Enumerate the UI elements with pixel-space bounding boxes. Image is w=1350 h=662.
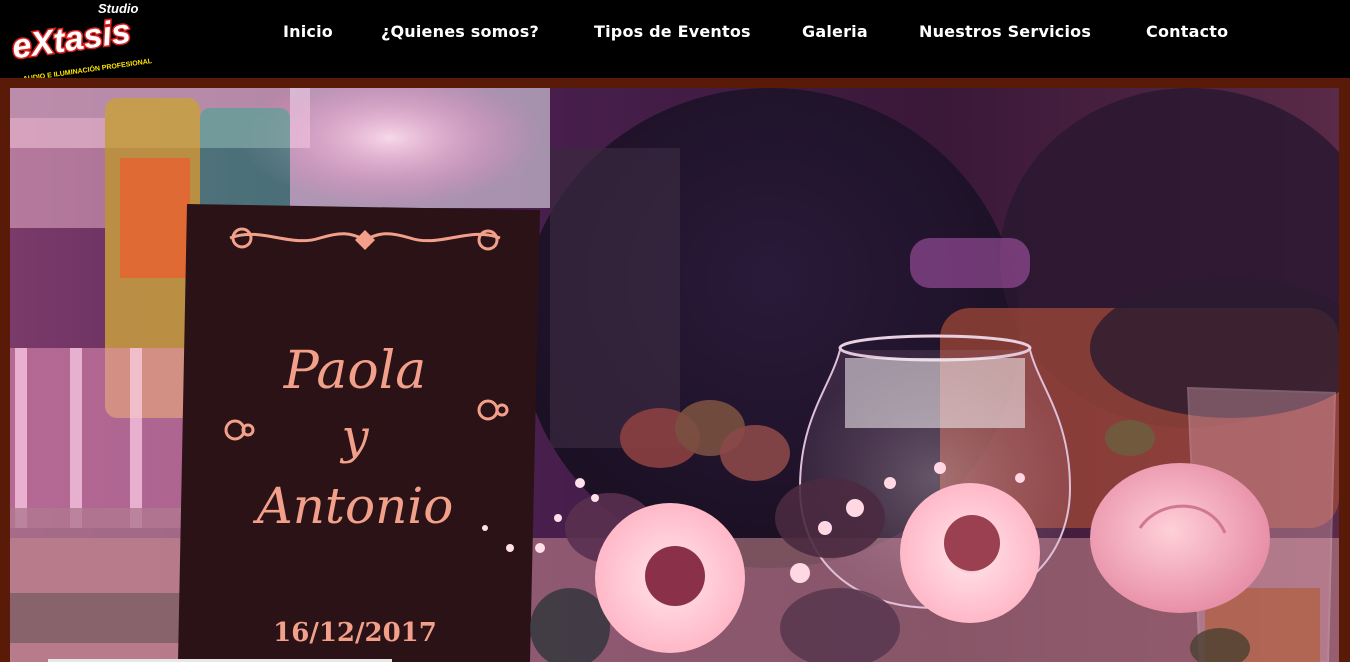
nav-item-galeria[interactable]: Galeria <box>802 22 868 41</box>
nav-item-inicio[interactable]: Inicio <box>283 22 333 41</box>
nav-item-quienes-somos[interactable]: ¿Quienes somos? <box>381 22 539 41</box>
card-name-1: Paola <box>283 341 427 401</box>
nav-item-nuestros-servicios[interactable]: Nuestros Servicios <box>919 22 1091 41</box>
main-nav: Inicio ¿Quienes somos? Tipos de Eventos … <box>0 0 1350 68</box>
hero-frame: Paola y Antonio 16/12/2017 <box>0 78 1350 662</box>
card-name-2: Antonio <box>253 477 454 535</box>
event-name-card: Paola y Antonio 16/12/2017 <box>178 204 540 662</box>
nav-item-tipos-de-eventos[interactable]: Tipos de Eventos <box>594 22 751 41</box>
top-navigation-bar: Studio eXtasis AUDIO E ILUMINACIÓN PROFE… <box>0 0 1350 78</box>
nav-item-contacto[interactable]: Contacto <box>1146 22 1228 41</box>
hero-slide-image: Paola y Antonio 16/12/2017 <box>10 88 1339 662</box>
card-date: 16/12/2017 <box>273 618 437 648</box>
card-conjunction: y <box>339 409 369 465</box>
